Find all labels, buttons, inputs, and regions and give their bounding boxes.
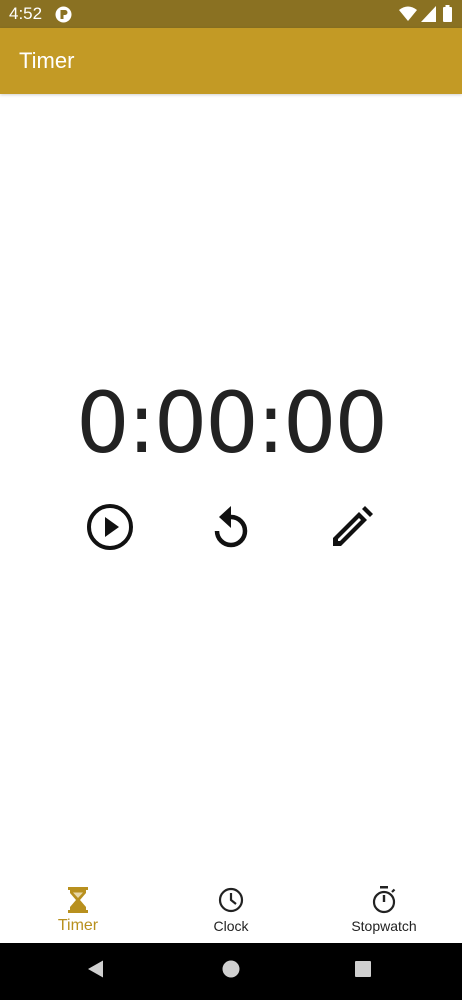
reset-button[interactable] [206,502,256,552]
battery-icon [443,5,452,22]
nav-label-stopwatch: Stopwatch [351,918,417,934]
nav-item-stopwatch[interactable]: Stopwatch [334,876,434,943]
nav-item-timer[interactable]: Timer [28,876,128,943]
bottom-nav: Timer Clock Stopwatch [0,876,462,943]
wifi-icon [399,6,417,22]
edit-icon [329,504,375,550]
nav-label-timer: Timer [57,917,99,934]
app-title: Timer [19,48,75,73]
app-bar: Timer [0,28,462,94]
system-nav-bar [0,943,462,1000]
timer-display: 0:00:00 [76,374,388,472]
home-button[interactable] [201,943,261,1000]
status-bar: 4:52 [0,0,462,28]
back-icon [86,959,106,984]
edit-button[interactable] [327,502,377,552]
app-notification-icon [55,6,72,23]
play-icon [86,503,134,551]
back-button[interactable] [66,943,126,1000]
nav-item-clock[interactable]: Clock [181,876,281,943]
home-icon [221,959,241,984]
stopwatch-icon [370,886,398,914]
hourglass-icon [64,886,92,914]
clock-icon [217,886,245,914]
recents-icon [353,959,373,984]
status-time: 4:52 [9,4,43,23]
play-button[interactable] [85,502,135,552]
reset-icon [209,503,253,551]
nav-label-clock: Clock [213,918,249,934]
signal-icon [421,6,436,22]
screen: 4:52 Timer 0:00:00 Timer Clock Stopwatch [0,0,462,1000]
recents-button[interactable] [333,943,393,1000]
